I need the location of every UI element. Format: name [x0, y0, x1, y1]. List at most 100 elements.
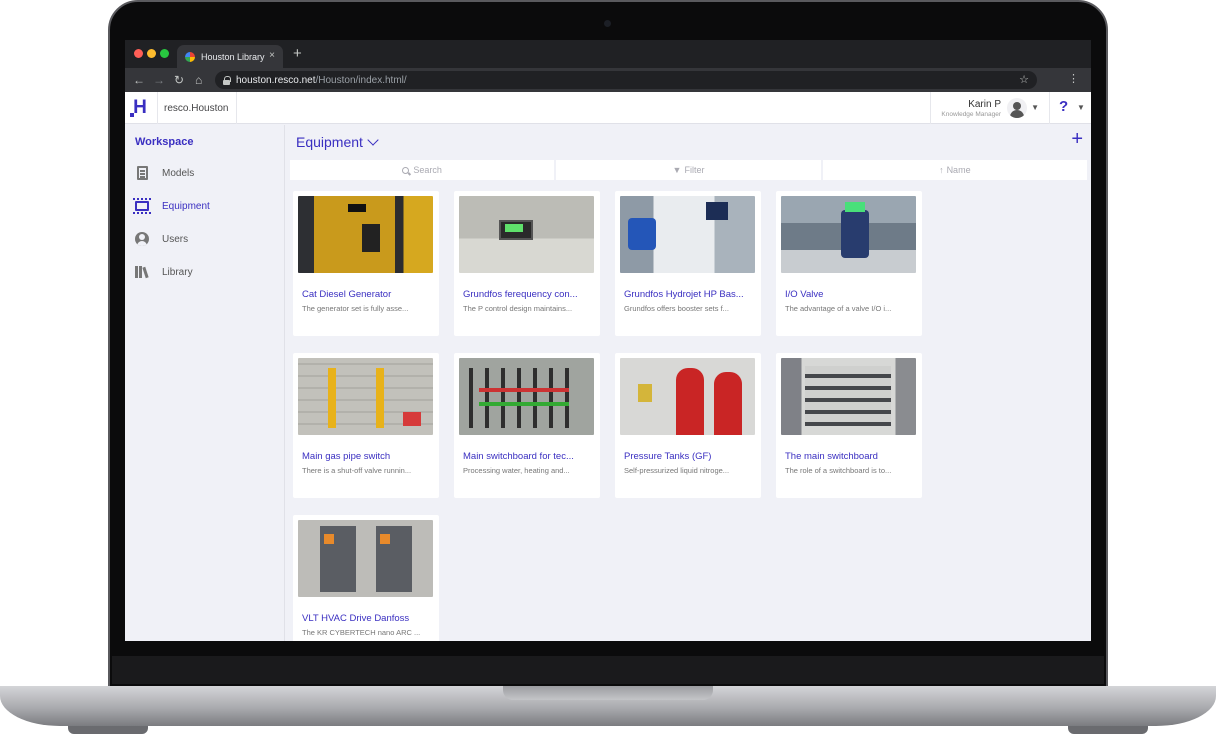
forward-arrow-icon[interactable]: → — [153, 73, 165, 87]
card-title: Pressure Tanks (GF) — [624, 451, 712, 462]
user-caret-down-icon: ▼ — [1031, 103, 1039, 112]
models-icon-wrap — [135, 166, 149, 180]
sort-button[interactable]: ↑ Name — [822, 160, 1087, 180]
filter-label: Filter — [684, 165, 705, 175]
equipment-photo — [298, 358, 433, 435]
equipment-photo — [459, 196, 594, 273]
card-description: Processing water, heating and... — [463, 466, 570, 475]
laptop-foot-left — [68, 726, 148, 734]
equipment-card[interactable]: Main switchboard for tec... Processing w… — [454, 353, 600, 498]
chevron-down-icon — [367, 133, 379, 146]
card-description: The P control design maintains... — [463, 304, 573, 313]
google-favicon-icon — [185, 51, 195, 62]
card-description: Grundfos offers booster sets f... — [624, 304, 729, 313]
close-tab-icon[interactable]: × — [269, 50, 275, 61]
back-arrow-icon[interactable]: ← — [133, 73, 145, 87]
add-button[interactable]: + — [1071, 129, 1083, 149]
bookmark-star-icon[interactable]: ☆ — [1019, 73, 1029, 86]
close-window-button[interactable] — [134, 49, 143, 58]
users-icon-wrap — [135, 232, 149, 246]
browser-menu-icon[interactable]: ⋮ — [1068, 73, 1079, 85]
card-title: Grundfos ferequency con... — [463, 289, 578, 300]
maximize-window-button[interactable] — [160, 49, 169, 58]
search-label: Search — [413, 165, 442, 175]
filter-icon: ▼ — [672, 165, 682, 175]
card-title: Main switchboard for tec... — [463, 451, 574, 462]
filter-button[interactable]: ▼ Filter — [556, 160, 821, 180]
card-description: The role of a switchboard is to... — [785, 466, 892, 475]
equipment-icon-wrap — [133, 198, 151, 214]
equipment-card[interactable]: Grundfos ferequency con... The P control… — [454, 191, 600, 336]
card-description: The generator set is fully asse... — [302, 304, 409, 313]
equipment-photo — [620, 196, 755, 273]
card-title: VLT HVAC Drive Danfoss — [302, 613, 410, 624]
equipment-photo — [459, 358, 594, 435]
laptop-foot-right — [1068, 726, 1148, 734]
sidebar-item-models[interactable]: Models — [135, 163, 275, 183]
screen-bezel — [112, 656, 1104, 684]
new-tab-button[interactable]: + — [293, 46, 302, 61]
avatar-icon — [1007, 98, 1027, 118]
sidebar-item-library[interactable]: Library — [135, 262, 275, 282]
sidebar-item-label: Equipment — [162, 200, 210, 212]
library-icon — [135, 266, 149, 278]
card-description: The KR CYBERTECH nano ARC ... — [302, 628, 421, 637]
card-title: Main gas pipe switch — [302, 451, 391, 462]
screen: Houston Library × + ← → ↻ ⌂ houston.resc… — [125, 40, 1091, 641]
reload-icon[interactable]: ↻ — [174, 73, 184, 87]
equipment-card[interactable]: Grundfos Hydrojet HP Bas... Grundfos off… — [615, 191, 761, 336]
page-title[interactable]: Equipment — [296, 133, 379, 150]
url-input[interactable]: houston.resco.net /Houston/index.html/ ☆ — [215, 71, 1037, 89]
sidebar-item-label: Users — [162, 233, 189, 245]
laptop-notch — [503, 686, 713, 700]
help-caret-down-icon[interactable]: ▼ — [1077, 103, 1085, 112]
browser-tab-title: Houston Library — [201, 51, 265, 62]
card-description: Self-pressurized liquid nitroge... — [624, 466, 730, 475]
equipment-photo — [781, 358, 916, 435]
user-menu[interactable]: Karin P Knowledge Manager ▼ — [930, 92, 1050, 124]
equipment-card[interactable]: Pressure Tanks (GF) Self-pressurized liq… — [615, 353, 761, 498]
equipment-card[interactable]: VLT HVAC Drive Danfoss The KR CYBERTECH … — [293, 515, 439, 641]
user-role: Knowledge Manager — [941, 111, 1001, 118]
equipment-card[interactable]: The main switchboard The role of a switc… — [776, 353, 922, 498]
sidebar: Workspace Models Equipment Users Library — [125, 125, 285, 641]
app-header: H resco.Houston Karin P Knowledge Manage… — [125, 92, 1091, 124]
list-toolbar: Search ▼ Filter ↑ Name — [290, 160, 1087, 180]
equipment-icon — [133, 198, 151, 214]
equipment-card[interactable]: Main gas pipe switch There is a shut-off… — [293, 353, 439, 498]
equipment-card[interactable]: I/O Valve The advantage of a valve I/O i… — [776, 191, 922, 336]
equipment-card[interactable]: Cat Diesel Generator The generator set i… — [293, 191, 439, 336]
logo-letter: H — [133, 97, 147, 118]
equipment-photo — [781, 196, 916, 273]
sidebar-item-label: Library — [162, 266, 193, 278]
library-icon-wrap — [135, 265, 149, 279]
card-title: I/O Valve — [785, 289, 824, 300]
org-name[interactable]: resco.Houston — [157, 92, 238, 124]
browser-tab[interactable]: Houston Library × — [177, 45, 283, 68]
home-icon[interactable]: ⌂ — [195, 73, 202, 87]
sort-label: Name — [946, 165, 971, 175]
sidebar-item-equipment[interactable]: Equipment — [133, 196, 275, 216]
browser-address-bar: ← → ↻ ⌂ houston.resco.net /Houston/index… — [125, 68, 1091, 92]
sidebar-item-users[interactable]: Users — [135, 229, 275, 249]
card-title: Grundfos Hydrojet HP Bas... — [624, 289, 744, 300]
logo-dot — [130, 113, 134, 117]
houston-logo[interactable]: H — [129, 97, 151, 119]
equipment-photo — [298, 196, 433, 273]
models-icon — [137, 166, 148, 180]
equipment-photo — [620, 358, 755, 435]
browser-tab-bar: Houston Library × + — [125, 40, 1091, 68]
card-title: Cat Diesel Generator — [302, 289, 392, 300]
arrow-up-icon: ↑ — [939, 165, 944, 175]
camera-icon — [604, 20, 611, 27]
search-input[interactable]: Search — [290, 160, 555, 180]
card-description: The advantage of a valve I/O i... — [785, 304, 892, 313]
card-description: There is a shut-off valve runnin... — [302, 466, 412, 475]
help-icon[interactable]: ? — [1059, 98, 1068, 115]
sidebar-item-label: Models — [162, 167, 195, 179]
minimize-window-button[interactable] — [147, 49, 156, 58]
workspace-title: Workspace — [135, 136, 194, 148]
equipment-photo — [298, 520, 433, 597]
user-name: Karin P — [968, 99, 1001, 110]
main-content: Equipment + Search ▼ Filter ↑ Name Cat D… — [286, 125, 1091, 641]
